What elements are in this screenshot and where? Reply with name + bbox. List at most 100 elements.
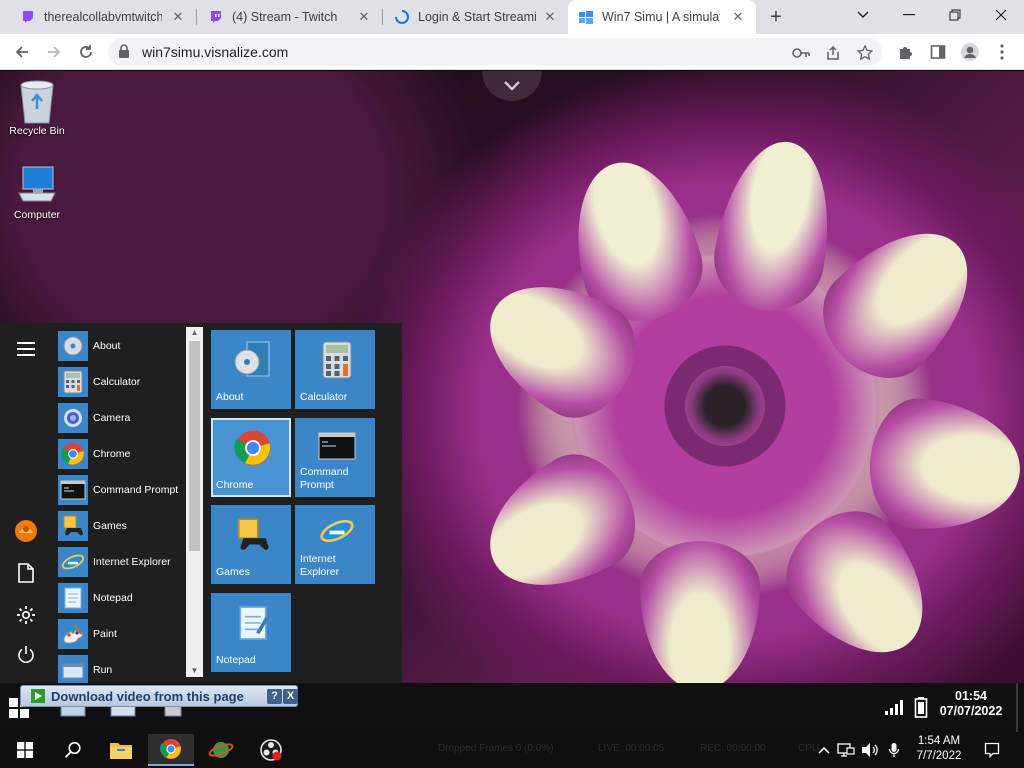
- host-search-button[interactable]: [50, 734, 96, 766]
- chevron-down-icon: [504, 81, 520, 91]
- games-icon: [233, 515, 273, 555]
- app-item-command-prompt[interactable]: Command Prompt: [58, 473, 186, 507]
- user-avatar-button[interactable]: [10, 515, 42, 547]
- chrome-icon: [233, 428, 273, 468]
- close-icon[interactable]: ✕: [356, 9, 372, 25]
- app-item-chrome[interactable]: Chrome: [58, 437, 186, 471]
- tile-about[interactable]: About: [211, 330, 291, 409]
- host-network-app-button[interactable]: [198, 734, 244, 766]
- scroll-up-arrow-icon[interactable]: ▲: [186, 327, 203, 339]
- desktop-icon-recycle-bin[interactable]: Recycle Bin: [0, 77, 74, 137]
- close-icon[interactable]: ✕: [170, 9, 186, 25]
- close-icon[interactable]: ✕: [730, 9, 746, 25]
- tile-internet-explorer[interactable]: Internet Explorer: [295, 505, 375, 584]
- key-icon[interactable]: [792, 44, 810, 62]
- app-item-paint[interactable]: Paint: [58, 617, 186, 651]
- app-item-games[interactable]: Games: [58, 509, 186, 543]
- app-item-internet-explorer[interactable]: Internet Explorer: [58, 545, 186, 579]
- search-icon: [64, 741, 81, 758]
- restore-icon: [949, 9, 961, 21]
- tray-overflow-button[interactable]: [814, 741, 834, 759]
- forward-button[interactable]: [42, 40, 66, 64]
- recycle-bin-icon: [15, 77, 59, 124]
- flower-petal: [864, 394, 1024, 538]
- app-item-label: Command Prompt: [93, 484, 179, 496]
- chrome-icon: [160, 738, 182, 760]
- tile-calculator[interactable]: Calculator: [295, 330, 375, 409]
- tab-search-button[interactable]: [840, 0, 886, 30]
- power-button[interactable]: [10, 639, 42, 671]
- profile-avatar-icon[interactable]: [960, 42, 980, 62]
- tile-games[interactable]: Games: [211, 505, 291, 584]
- microphone-tray-icon[interactable]: [884, 741, 904, 759]
- tile-chrome[interactable]: Chrome: [211, 418, 291, 497]
- gear-icon: [17, 606, 35, 624]
- browser-tab-4-active[interactable]: Win7 Simu | A simulator ✕: [568, 0, 756, 34]
- host-start-button[interactable]: [2, 734, 48, 766]
- notepad-icon: [58, 583, 88, 613]
- back-button[interactable]: [10, 40, 34, 64]
- url-text[interactable]: win7simu.visnalize.com: [142, 44, 288, 60]
- host-clock[interactable]: 1:54 AM 7/7/2022: [908, 734, 970, 764]
- scrollbar-thumb[interactable]: [189, 341, 200, 551]
- browser-tab-3[interactable]: Login & Start Streaming ✕: [384, 0, 568, 34]
- app-item-label: Calculator: [93, 376, 141, 388]
- hamburger-menu-button[interactable]: [10, 333, 42, 365]
- volume-tray-icon[interactable]: [860, 741, 880, 759]
- tile-notepad[interactable]: Notepad: [211, 593, 291, 672]
- tile-command-prompt[interactable]: Command Prompt: [295, 418, 375, 497]
- documents-button[interactable]: [10, 557, 42, 589]
- start-app-list: About Calculator Camera Chrome Command P…: [52, 323, 186, 683]
- close-window-button[interactable]: [978, 0, 1024, 30]
- signal-bars-icon[interactable]: [884, 695, 906, 719]
- network-tray-icon[interactable]: [836, 741, 856, 759]
- settings-button[interactable]: [10, 599, 42, 631]
- simulated-clock[interactable]: 01:54 07/07/2022: [930, 689, 1012, 719]
- app-item-label: Internet Explorer: [93, 556, 171, 568]
- tile-label: About: [216, 391, 244, 403]
- app-list-scrollbar[interactable]: ▲ ▼: [186, 327, 203, 677]
- address-bar[interactable]: win7simu.visnalize.com: [108, 38, 882, 66]
- kebab-menu-icon[interactable]: [992, 42, 1012, 62]
- app-item-calculator[interactable]: Calculator: [58, 365, 186, 399]
- host-obs-button[interactable]: [248, 734, 294, 766]
- arrow-left-icon: [15, 46, 28, 58]
- help-button[interactable]: ?: [267, 689, 282, 704]
- restore-button[interactable]: [932, 0, 978, 30]
- app-item-about[interactable]: About: [58, 329, 186, 363]
- show-desktop-button[interactable]: [1016, 683, 1018, 732]
- download-video-bar[interactable]: Download video from this page ? X: [20, 685, 298, 707]
- bookmark-star-icon[interactable]: [856, 44, 874, 62]
- close-download-bar-button[interactable]: X: [283, 689, 298, 704]
- close-icon[interactable]: ✕: [542, 9, 558, 25]
- host-file-explorer-button[interactable]: [98, 734, 144, 766]
- host-chrome-button[interactable]: [148, 734, 194, 766]
- browser-tab-1[interactable]: therealcollabvmtwitch ✕: [10, 0, 196, 34]
- arrow-right-icon: [48, 46, 61, 58]
- download-video-text[interactable]: Download video from this page: [51, 689, 244, 704]
- side-panel-icon[interactable]: [928, 42, 948, 62]
- collapse-toolbar-button[interactable]: [482, 71, 542, 101]
- battery-icon[interactable]: [910, 695, 932, 719]
- twitch-icon: [208, 9, 224, 25]
- obs-live-timer: LIVE: 00:00:05: [598, 743, 665, 754]
- browser-tab-2[interactable]: (4) Stream - Twitch ✕: [198, 0, 382, 34]
- clock-date: 07/07/2022: [939, 704, 1003, 718]
- share-icon[interactable]: [824, 44, 842, 62]
- flower-petal: [465, 436, 655, 616]
- app-item-camera[interactable]: Camera: [58, 401, 186, 435]
- notification-center-button[interactable]: [982, 741, 1002, 759]
- app-item-run[interactable]: Run: [58, 653, 186, 683]
- tab-title: therealcollabvmtwitch: [44, 10, 162, 24]
- new-tab-button[interactable]: +: [764, 6, 788, 30]
- host-taskbar: Dropped Frames 0 (0.0%) LIVE: 00:00:05 R…: [0, 732, 1024, 768]
- reload-button[interactable]: [74, 40, 98, 64]
- scroll-down-arrow-icon[interactable]: ▼: [186, 665, 203, 677]
- lock-icon[interactable]: [118, 44, 130, 64]
- minimize-button[interactable]: [886, 0, 932, 30]
- obs-record-icon: [260, 739, 282, 761]
- extensions-puzzle-icon[interactable]: [896, 42, 916, 62]
- app-item-notepad[interactable]: Notepad: [58, 581, 186, 615]
- desktop-icon-computer[interactable]: Computer: [0, 161, 74, 221]
- obs-dropped-frames: Dropped Frames 0 (0.0%): [438, 743, 554, 754]
